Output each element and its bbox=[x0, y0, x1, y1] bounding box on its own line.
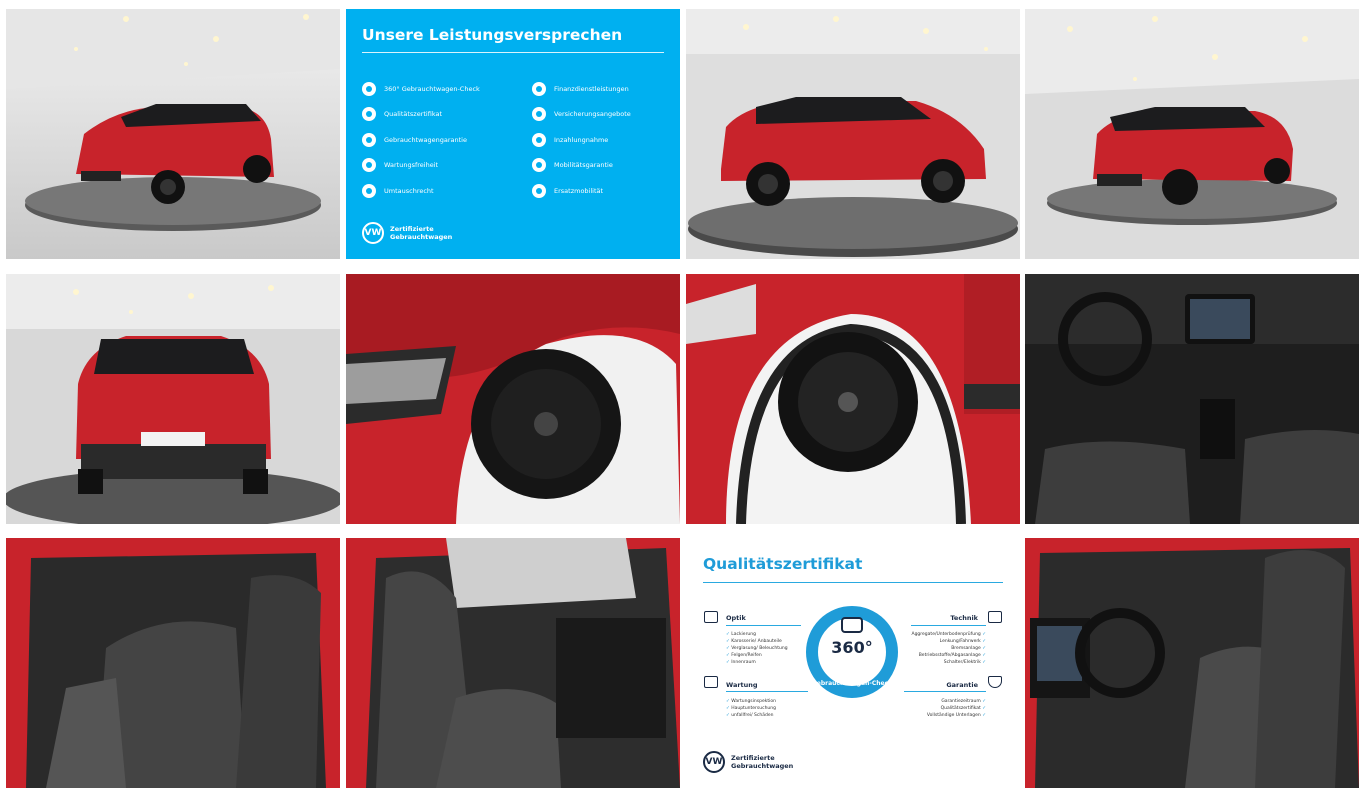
technik-list: Aggregate/UnterbodenprüfungLenkung/Fahrw… bbox=[912, 631, 987, 666]
shield-icon bbox=[362, 132, 376, 147]
photo-image bbox=[1025, 9, 1359, 259]
optik-line bbox=[726, 625, 801, 626]
garantie-list: GarantiezeitraumQualitätszertifikatVolls… bbox=[927, 698, 986, 719]
shield-check-icon bbox=[988, 676, 1002, 688]
exchange-icon bbox=[362, 183, 376, 198]
photo-image bbox=[346, 274, 680, 524]
promises-list-left: 360° Gebrauchtwagen-Check Qualitätszerti… bbox=[362, 76, 480, 204]
photo-front-wheel[interactable] bbox=[686, 274, 1020, 524]
technik-title: Technik bbox=[950, 614, 978, 622]
promise-item: Mobilitätsgarantie bbox=[532, 153, 631, 179]
photo-front-left[interactable] bbox=[6, 9, 340, 259]
car-icon bbox=[532, 183, 546, 198]
certificate-icon bbox=[362, 107, 376, 122]
promise-item: Inzahlungnahme bbox=[532, 127, 631, 153]
promise-item: Gebrauchtwagengarantie bbox=[362, 127, 480, 153]
promises-title: Unsere Leistungsversprechen bbox=[362, 26, 623, 44]
certificate-footer: Zertifizierte Gebrauchtwagen bbox=[731, 754, 794, 770]
photo-rear[interactable] bbox=[6, 274, 340, 524]
photo-rear-seats[interactable] bbox=[6, 538, 340, 788]
promises-card[interactable]: Unsere Leistungsversprechen 360° Gebrauc… bbox=[346, 9, 680, 259]
vw-logo-icon: VW bbox=[703, 751, 725, 773]
promise-item: Finanzdienstleistungen bbox=[532, 76, 631, 102]
wartung-line bbox=[726, 691, 808, 692]
check-icon bbox=[362, 81, 376, 96]
certificate-card[interactable]: Qualitätszertifikat Optik LackierungKaro… bbox=[686, 538, 1020, 788]
trade-in-icon bbox=[532, 132, 546, 147]
certificate-divider bbox=[703, 582, 1003, 583]
photo-image bbox=[1025, 274, 1359, 524]
photo-passenger-seat[interactable] bbox=[346, 538, 680, 788]
photo-driver-seat[interactable] bbox=[1025, 538, 1359, 788]
badge-360: 360° Gebrauchtwagen-Check bbox=[804, 604, 900, 700]
service-icon bbox=[704, 676, 718, 688]
photo-image bbox=[6, 538, 340, 788]
promise-item: 360° Gebrauchtwagen-Check bbox=[362, 76, 480, 102]
promise-item: Qualitätszertifikat bbox=[362, 102, 480, 128]
photo-image bbox=[346, 538, 680, 788]
wartung-list: WartungsinspektionHauptuntersuchungunfal… bbox=[726, 698, 776, 719]
mobility-icon bbox=[532, 158, 546, 173]
photo-rear-right[interactable] bbox=[1025, 9, 1359, 259]
photo-image bbox=[6, 9, 340, 259]
garantie-title: Garantie bbox=[946, 681, 978, 689]
car-check-icon bbox=[988, 611, 1002, 623]
badge-number: 360° bbox=[831, 638, 873, 657]
wartung-title: Wartung bbox=[726, 681, 758, 689]
promises-list-right: Finanzdienstleistungen Versicherungsange… bbox=[532, 76, 631, 204]
photo-cockpit[interactable] bbox=[1025, 274, 1359, 524]
garantie-line bbox=[904, 691, 986, 692]
promise-item: Ersatzmobilität bbox=[532, 178, 631, 204]
insurance-icon bbox=[532, 107, 546, 122]
technik-line bbox=[911, 625, 986, 626]
vw-logo-icon: VW bbox=[362, 222, 384, 244]
wrench-icon bbox=[362, 158, 376, 173]
photo-image bbox=[686, 9, 1020, 259]
certificate-title: Qualitätszertifikat bbox=[703, 555, 863, 573]
photo-front-fender[interactable] bbox=[346, 274, 680, 524]
photo-image bbox=[6, 274, 340, 524]
photo-side-right[interactable] bbox=[686, 9, 1020, 259]
optik-list: LackierungKarosserie/ AnbauteileVerglasu… bbox=[726, 631, 787, 666]
badge-text: Gebrauchtwagen-Check bbox=[811, 680, 893, 687]
promises-footer: Zertifizierte Gebrauchtwagen bbox=[390, 225, 453, 241]
car-front-icon bbox=[704, 611, 718, 623]
promise-item: Wartungsfreiheit bbox=[362, 153, 480, 179]
promise-item: Versicherungsangebote bbox=[532, 102, 631, 128]
photo-image bbox=[1025, 538, 1359, 788]
promise-item: Umtauschrecht bbox=[362, 178, 480, 204]
photo-image bbox=[686, 274, 1020, 524]
finance-icon bbox=[532, 81, 546, 96]
optik-title: Optik bbox=[726, 614, 746, 622]
promises-divider bbox=[362, 52, 664, 53]
